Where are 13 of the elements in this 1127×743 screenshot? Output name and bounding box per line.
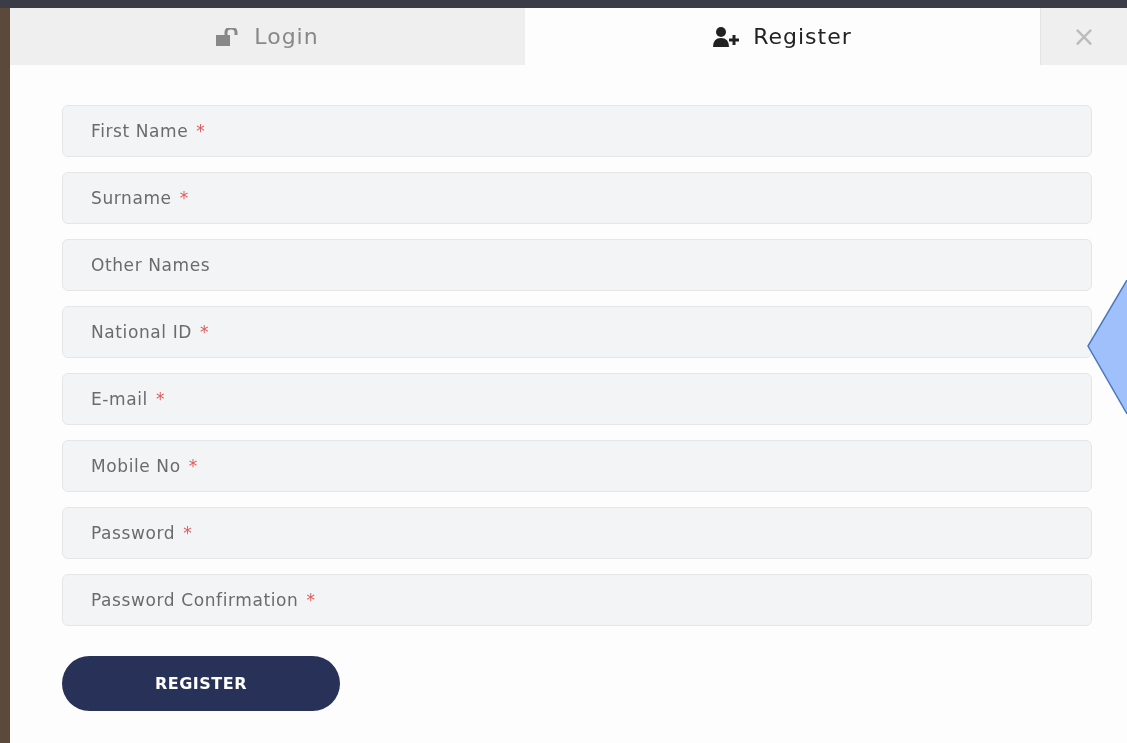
input-field[interactable]: Mobile No * [62,440,1092,492]
input-field[interactable]: E-mail * [62,373,1092,425]
input-field[interactable]: National ID * [62,306,1092,358]
callout-pointer-icon [1087,280,1127,416]
unlock-icon [216,27,241,46]
register-button[interactable]: REGISTER [62,656,340,711]
input-field[interactable]: First Name * [62,105,1092,157]
user-add-icon [713,26,740,47]
input-field[interactable]: Other Names [62,239,1092,291]
input-field[interactable]: Password Confirmation * [62,574,1092,626]
tab[interactable]: Login [10,8,525,65]
input-field[interactable]: Password * [62,507,1092,559]
input-field[interactable]: Surname * [62,172,1092,224]
